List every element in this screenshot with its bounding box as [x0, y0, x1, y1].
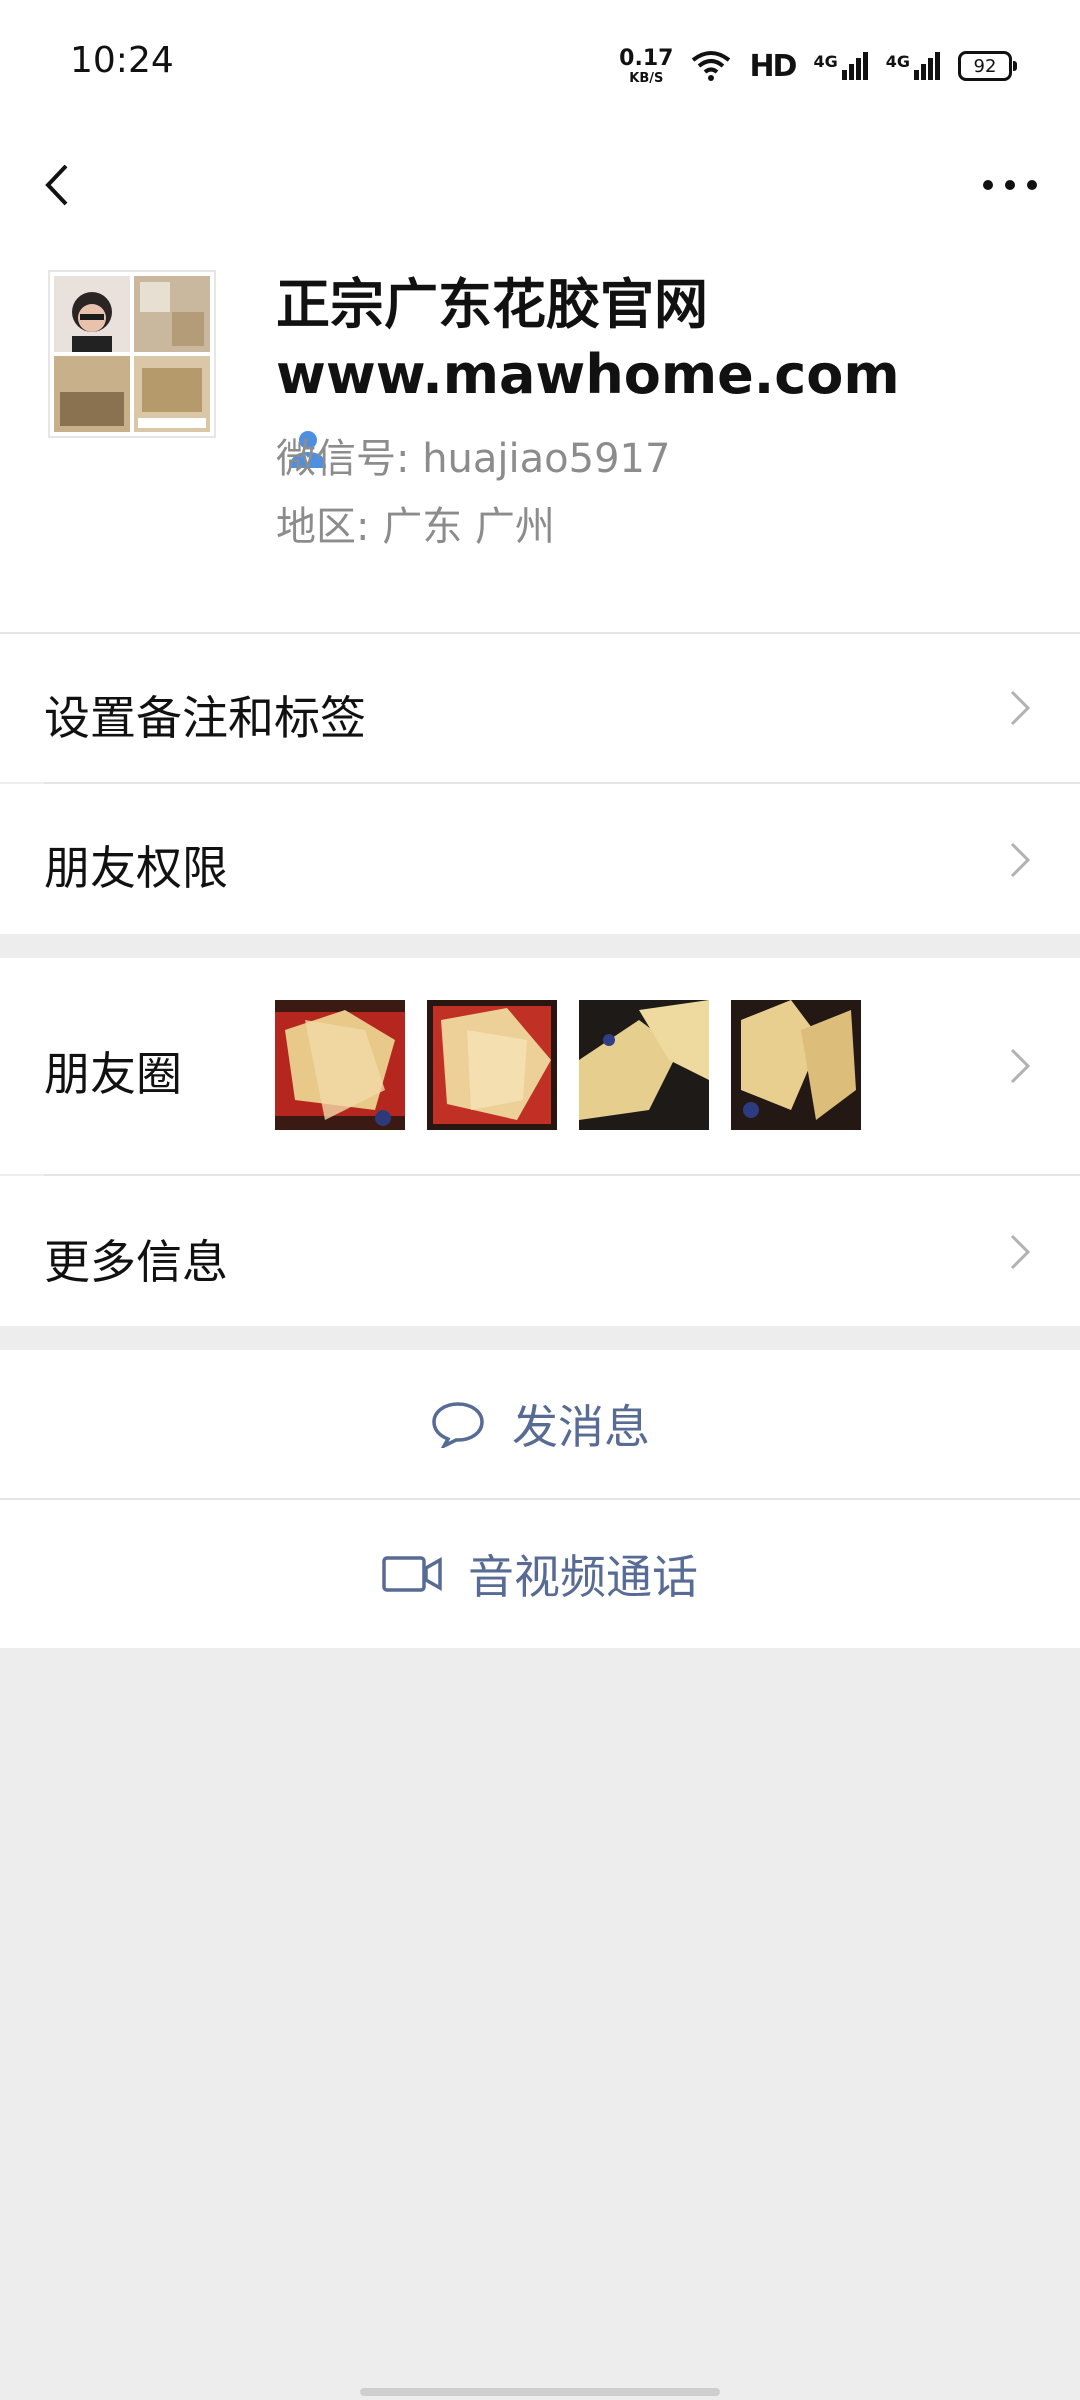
set-remark-label: 设置备注和标签	[44, 691, 366, 745]
home-indicator[interactable]	[360, 2388, 720, 2396]
status-bar: 10:24 0.17 KB/S HD 4G 4G 92	[0, 0, 1080, 130]
contact-name-text: 正宗广东花胶官网 www.mawhome.com	[276, 273, 900, 406]
chevron-right-icon	[1010, 1234, 1031, 1270]
video-camera-icon	[382, 1556, 442, 1592]
battery-level: 92	[973, 55, 997, 77]
signal-type-label: 4G	[813, 52, 838, 71]
moments-thumbnail	[427, 1000, 557, 1130]
nav-bar	[0, 130, 1080, 240]
hd-label: HD	[749, 48, 797, 84]
back-chevron-icon[interactable]	[38, 160, 78, 210]
signal-icon: 4G	[886, 52, 940, 80]
network-speed: 0.17 KB/S	[619, 45, 674, 86]
avatar[interactable]	[48, 270, 216, 438]
friend-permissions-row[interactable]: 朋友权限	[0, 784, 1080, 934]
wechat-id: 微信号: huajiao5917	[276, 436, 671, 482]
video-call-label: 音视频通话	[468, 1550, 698, 1604]
status-time: 10:24	[70, 40, 174, 81]
more-info-label: 更多信息	[44, 1235, 228, 1289]
network-speed-unit: KB/S	[629, 70, 664, 86]
moments-row[interactable]: 朋友圈	[0, 958, 1080, 1174]
moments-label: 朋友圈	[44, 1047, 182, 1101]
region: 地区: 广东 广州	[276, 504, 555, 550]
signal-icon: 4G	[813, 52, 868, 80]
moments-thumbnail	[275, 1000, 405, 1130]
chat-bubble-icon	[432, 1402, 484, 1448]
friend-permissions-label: 朋友权限	[44, 841, 228, 895]
avatar-image	[50, 272, 214, 436]
video-call-button[interactable]: 音视频通话	[0, 1500, 1080, 1648]
more-info-row[interactable]: 更多信息	[0, 1176, 1080, 1326]
send-message-label: 发消息	[512, 1400, 650, 1454]
chevron-right-icon	[1010, 690, 1031, 726]
network-speed-value: 0.17	[619, 45, 674, 71]
signal-type-label: 4G	[885, 52, 910, 71]
set-remark-and-tags-row[interactable]: 设置备注和标签	[0, 634, 1080, 782]
send-message-button[interactable]: 发消息	[0, 1350, 1080, 1498]
status-icons: 0.17 KB/S HD 4G 4G 92	[619, 44, 1017, 88]
profile-card: 正宗广东花胶官网 www.mawhome.com 微信号: huajiao591…	[0, 240, 1080, 632]
chevron-right-icon	[1010, 842, 1031, 878]
moments-thumbnail	[579, 1000, 709, 1130]
chevron-right-icon	[1010, 1048, 1031, 1084]
more-dots-icon[interactable]	[980, 160, 1040, 210]
wifi-icon	[692, 51, 731, 81]
moments-thumbnail	[731, 1000, 861, 1130]
battery-icon: 92	[958, 51, 1017, 81]
